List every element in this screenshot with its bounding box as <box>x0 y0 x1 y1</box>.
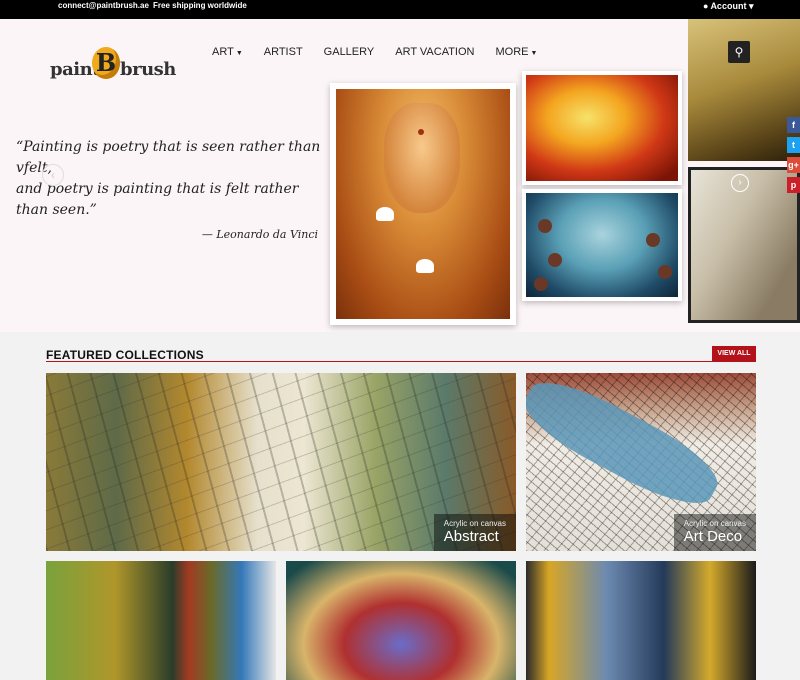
main-nav: ART ▼ ARTIST GALLERY ART VACATION MORE ▼ <box>212 46 558 58</box>
nav-item-art-vacation-label: ART VACATION <box>395 46 475 58</box>
painting-blue-face[interactable] <box>522 189 682 301</box>
twitter-icon[interactable]: t <box>787 137 800 153</box>
caret-down-icon: ▼ <box>530 50 538 57</box>
nav-item-gallery[interactable]: GALLERY <box>324 46 375 58</box>
google-plus-icon[interactable]: g+ <box>787 157 800 173</box>
slider-next-icon[interactable]: › <box>731 174 749 192</box>
logo-emblem: B <box>92 47 120 79</box>
facebook-icon[interactable]: f <box>787 117 800 133</box>
quote-line-2: and poetry is painting that is felt rath… <box>16 181 299 218</box>
caret-down-icon: ▾ <box>746 1 754 11</box>
site-logo[interactable]: paint B brush <box>50 41 176 89</box>
shipping-notice: Free shipping worldwide <box>153 1 247 10</box>
tile-caption: Acrylic on canvas Art Deco <box>673 514 756 551</box>
account-menu[interactable]: ● Account ▾ <box>703 1 753 12</box>
section-title: FEATURED COLLECTIONS <box>46 348 204 362</box>
painting-sunset-trees[interactable] <box>522 71 682 185</box>
nav-item-art-vacation[interactable]: ART VACATION <box>395 46 474 58</box>
search-icon[interactable]: ⚲ <box>728 41 750 63</box>
collection-tile-landscape[interactable] <box>46 561 276 680</box>
nav-item-gallery-label: GALLERY <box>323 46 375 58</box>
nav-item-more-label: MORE <box>495 46 529 58</box>
tile-medium: Acrylic on canvas <box>683 519 746 528</box>
collection-tile-figures[interactable] <box>286 561 516 680</box>
collection-tile-abstract[interactable]: Acrylic on canvas Abstract <box>46 373 516 551</box>
nav-item-art-label: ART <box>212 46 234 58</box>
nav-item-artist[interactable]: ARTIST <box>264 46 303 58</box>
view-all-button[interactable]: VIEW ALL <box>712 346 756 362</box>
collection-tile-faces[interactable] <box>526 561 756 680</box>
top-bar: connect@paintbrush.ae Free shipping worl… <box>0 0 800 19</box>
quote-author: — Leonardo da Vinci <box>201 228 318 241</box>
caret-down-icon: ▼ <box>235 50 243 57</box>
account-label: Account <box>710 1 747 11</box>
tile-medium: Acrylic on canvas <box>443 519 506 528</box>
hero-quote: “Painting is poetry that is seen rather … <box>16 137 326 241</box>
pinterest-icon[interactable]: p <box>787 177 800 193</box>
logo-text-right: brush <box>120 59 176 80</box>
collection-tile-art-deco[interactable]: Acrylic on canvas Art Deco <box>526 373 756 551</box>
nav-item-more[interactable]: MORE ▼ <box>496 46 538 58</box>
painting-buddha[interactable] <box>330 83 516 325</box>
tile-caption: Acrylic on canvas Abstract <box>433 514 516 551</box>
tile-name: Art Deco <box>683 528 743 545</box>
tile-name: Abstract <box>443 528 499 545</box>
hero-section: paint B brush ART ▼ ARTIST GALLERY ART VA… <box>0 19 800 332</box>
featured-header: FEATURED COLLECTIONS <box>46 346 756 362</box>
painting-two-faces[interactable]: › <box>688 167 800 323</box>
nav-item-art[interactable]: ART ▼ <box>212 46 243 58</box>
contact-email-link[interactable]: connect@paintbrush.ae <box>58 1 149 10</box>
nav-item-artist-label: ARTIST <box>263 46 303 58</box>
slider-prev-icon[interactable]: ‹ <box>42 164 64 186</box>
user-icon: ● <box>703 1 709 11</box>
